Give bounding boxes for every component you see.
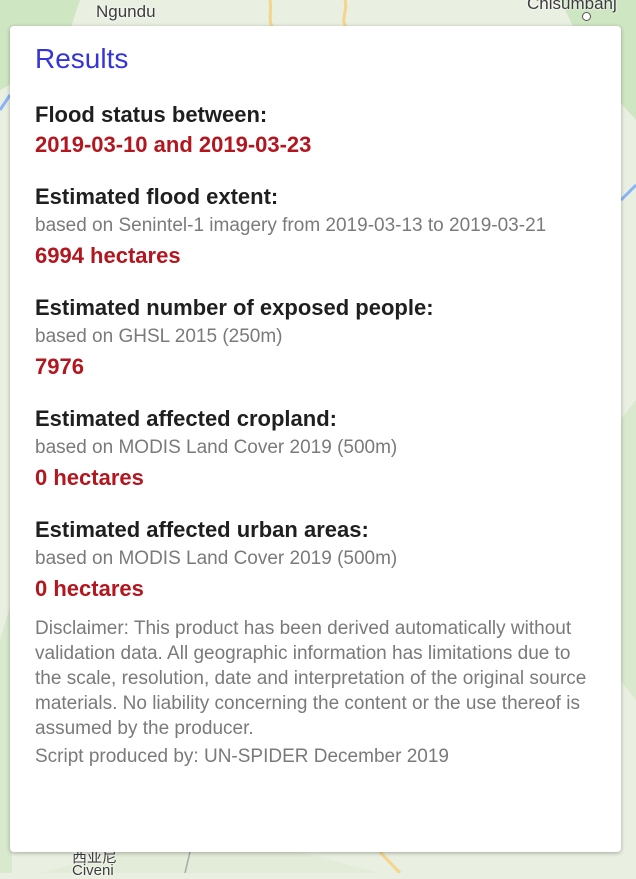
credit-text: Script produced by: UN-SPIDER December 2… xyxy=(35,746,449,767)
section-source: based on GHSL 2015 (250m) xyxy=(35,326,283,347)
map-town-marker-icon xyxy=(582,12,591,21)
cropland-value: 0 hectares xyxy=(35,465,144,490)
section-source: based on MODIS Land Cover 2019 (500m) xyxy=(35,437,398,458)
date-range-value: 2019-03-10 and 2019-03-23 xyxy=(35,132,312,157)
map-road xyxy=(268,0,274,27)
map-green-area xyxy=(620,400,636,700)
section-heading: Estimated affected urban areas: xyxy=(35,517,369,542)
map-place-label: Chisumbanj xyxy=(527,0,617,13)
results-panel: Results Flood status between: 2019-03-10… xyxy=(10,26,621,852)
panel-title: Results xyxy=(35,43,129,74)
flood-status-section: Flood status between: 2019-03-10 and 201… xyxy=(35,102,596,158)
section-heading: Flood status between: xyxy=(35,102,268,127)
exposed-people-value: 7976 xyxy=(35,354,84,379)
urban-areas-value: 0 hectares xyxy=(35,576,144,601)
exposed-people-section: Estimated number of exposed people: base… xyxy=(35,295,596,380)
section-heading: Estimated flood extent: xyxy=(35,184,279,209)
flood-extent-section: Estimated flood extent: based on Seninte… xyxy=(35,184,596,269)
cropland-section: Estimated affected cropland: based on MO… xyxy=(35,406,596,491)
map-place-label: Civeni xyxy=(72,862,114,879)
section-source: based on Senintel-1 imagery from 2019-03… xyxy=(35,215,547,236)
urban-areas-section: Estimated affected urban areas: based on… xyxy=(35,517,596,602)
section-heading: Estimated affected cropland: xyxy=(35,406,337,431)
map-place-label: Ngundu xyxy=(96,2,156,21)
section-heading: Estimated number of exposed people: xyxy=(35,295,434,320)
disclaimer-text: Disclaimer: This product has been derive… xyxy=(35,618,587,739)
flood-extent-value: 6994 hectares xyxy=(35,243,181,268)
section-source: based on MODIS Land Cover 2019 (500m) xyxy=(35,548,398,569)
